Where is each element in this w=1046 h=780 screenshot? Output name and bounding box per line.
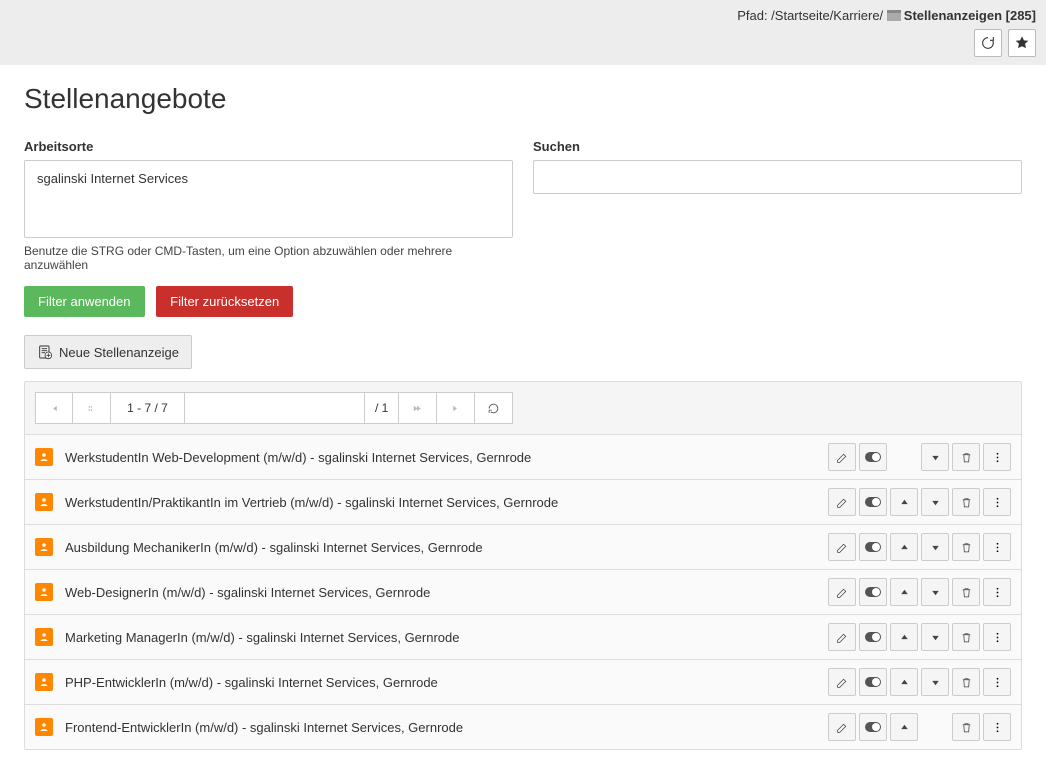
move-down-button[interactable] — [921, 488, 949, 516]
record-title[interactable]: WerkstudentIn Web-Development (m/w/d) - … — [65, 450, 828, 465]
move-down-button[interactable] — [921, 443, 949, 471]
record-title[interactable]: PHP-EntwicklerIn (m/w/d) - sgalinski Int… — [65, 675, 828, 690]
record-type-icon — [35, 538, 53, 556]
toggle-visibility-button[interactable] — [859, 578, 887, 606]
toggle-visibility-button[interactable] — [859, 713, 887, 741]
toggle-visibility-button[interactable] — [859, 443, 887, 471]
reset-filter-button[interactable]: Filter zurücksetzen — [156, 286, 293, 317]
page-range: 1 - 7 / 7 — [111, 392, 185, 424]
record-type-icon — [35, 673, 53, 691]
more-actions-button[interactable] — [983, 713, 1011, 741]
page-total: / 1 — [365, 392, 399, 424]
page-reload-button[interactable] — [475, 392, 513, 424]
bookmark-button[interactable] — [1008, 29, 1036, 57]
locations-label: Arbeitsorte — [24, 139, 513, 154]
records-panel: 1 - 7 / 7 / 1 WerkstudentIn Web-Developm… — [24, 381, 1022, 750]
move-up-placeholder — [890, 443, 918, 471]
move-up-button[interactable] — [890, 668, 918, 696]
edit-button[interactable] — [828, 623, 856, 651]
edit-button[interactable] — [828, 443, 856, 471]
table-row: PHP-EntwicklerIn (m/w/d) - sgalinski Int… — [25, 660, 1021, 705]
page-first-button[interactable] — [35, 392, 73, 424]
edit-button[interactable] — [828, 578, 856, 606]
table-row: Web-DesignerIn (m/w/d) - sgalinski Inter… — [25, 570, 1021, 615]
move-down-button[interactable] — [921, 668, 949, 696]
page-last-button[interactable] — [437, 392, 475, 424]
record-title[interactable]: Web-DesignerIn (m/w/d) - sgalinski Inter… — [65, 585, 828, 600]
delete-button[interactable] — [952, 488, 980, 516]
move-up-button[interactable] — [890, 578, 918, 606]
delete-button[interactable] — [952, 578, 980, 606]
move-up-button[interactable] — [890, 713, 918, 741]
record-type-icon — [35, 583, 53, 601]
edit-button[interactable] — [828, 533, 856, 561]
record-title[interactable]: Marketing ManagerIn (m/w/d) - sgalinski … — [65, 630, 828, 645]
more-actions-button[interactable] — [983, 443, 1011, 471]
edit-button[interactable] — [828, 668, 856, 696]
table-row: WerkstudentIn Web-Development (m/w/d) - … — [25, 435, 1021, 480]
locations-select[interactable]: sgalinski Internet Services — [24, 160, 513, 238]
toggle-visibility-button[interactable] — [859, 488, 887, 516]
page-title: Stellenangebote — [24, 83, 1022, 115]
search-label: Suchen — [533, 139, 1022, 154]
move-up-button[interactable] — [890, 533, 918, 561]
locations-hint: Benutze die STRG oder CMD-Tasten, um ein… — [24, 244, 513, 272]
breadcrumb: Pfad: /Startseite/Karriere/ Stellenanzei… — [10, 8, 1036, 23]
new-record-icon — [37, 344, 53, 360]
record-type-icon — [35, 628, 53, 646]
delete-button[interactable] — [952, 533, 980, 561]
page-next-button[interactable] — [399, 392, 437, 424]
move-down-button[interactable] — [921, 578, 949, 606]
folder-icon — [887, 10, 901, 21]
record-type-icon — [35, 718, 53, 736]
record-type-icon — [35, 448, 53, 466]
more-actions-button[interactable] — [983, 533, 1011, 561]
more-actions-button[interactable] — [983, 488, 1011, 516]
page-prev-button[interactable] — [73, 392, 111, 424]
move-down-button[interactable] — [921, 623, 949, 651]
move-down-placeholder — [921, 713, 949, 741]
record-title[interactable]: WerkstudentIn/PraktikantIn im Vertrieb (… — [65, 495, 828, 510]
delete-button[interactable] — [952, 623, 980, 651]
page-input[interactable] — [185, 392, 365, 424]
edit-button[interactable] — [828, 488, 856, 516]
table-row: Ausbildung MechanikerIn (m/w/d) - sgalin… — [25, 525, 1021, 570]
more-actions-button[interactable] — [983, 623, 1011, 651]
more-actions-button[interactable] — [983, 578, 1011, 606]
delete-button[interactable] — [952, 668, 980, 696]
apply-filter-button[interactable]: Filter anwenden — [24, 286, 145, 317]
record-type-icon — [35, 493, 53, 511]
toggle-visibility-button[interactable] — [859, 533, 887, 561]
toggle-visibility-button[interactable] — [859, 623, 887, 651]
move-up-button[interactable] — [890, 488, 918, 516]
toggle-visibility-button[interactable] — [859, 668, 887, 696]
edit-button[interactable] — [828, 713, 856, 741]
move-down-button[interactable] — [921, 533, 949, 561]
delete-button[interactable] — [952, 713, 980, 741]
delete-button[interactable] — [952, 443, 980, 471]
record-title[interactable]: Frontend-EntwicklerIn (m/w/d) - sgalinsk… — [65, 720, 828, 735]
record-title[interactable]: Ausbildung MechanikerIn (m/w/d) - sgalin… — [65, 540, 828, 555]
new-record-button[interactable]: Neue Stellenanzeige — [24, 335, 192, 369]
table-row: Marketing ManagerIn (m/w/d) - sgalinski … — [25, 615, 1021, 660]
table-row: WerkstudentIn/PraktikantIn im Vertrieb (… — [25, 480, 1021, 525]
move-up-button[interactable] — [890, 623, 918, 651]
refresh-button[interactable] — [974, 29, 1002, 57]
search-input[interactable] — [533, 160, 1022, 194]
more-actions-button[interactable] — [983, 668, 1011, 696]
